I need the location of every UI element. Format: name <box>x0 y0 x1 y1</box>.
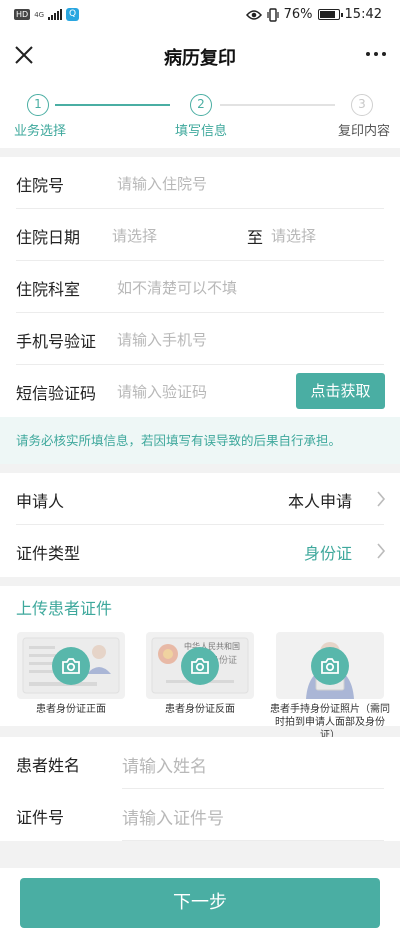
step-2-label: 填写信息 <box>175 124 228 139</box>
camera-icon <box>181 647 219 685</box>
phone-row: 手机号验证 请输入手机号 <box>0 313 400 365</box>
clock: 15:42 <box>344 7 382 22</box>
step-2-connector <box>220 104 335 106</box>
id-front-caption: 患者身份证正面 <box>36 704 106 715</box>
admission-no-input[interactable]: 请输入住院号 <box>117 173 207 194</box>
camera-icon <box>52 647 90 685</box>
patient-name-label: 患者姓名 <box>16 756 81 775</box>
info-form: 住院号 请输入住院号 住院日期 请选择 至 请选择 住院科室 如不清楚可以不填 … <box>0 157 400 417</box>
signal-icon <box>48 9 63 20</box>
patient-id-label: 证件号 <box>16 808 65 827</box>
patient-name-input[interactable]: 请输入姓名 <box>122 752 207 777</box>
applicant-section: 申请人 本人申请 证件类型 身份证 <box>0 473 400 577</box>
applicant-value: 本人申请 <box>287 492 352 511</box>
sms-code-label: 短信验证码 <box>16 384 97 403</box>
page-title: 病历复印 <box>164 48 236 69</box>
id-type-value: 身份证 <box>303 544 352 563</box>
sms-code-row: 短信验证码 请输入验证码 点击获取 <box>0 365 400 417</box>
admission-date-row: 住院日期 请选择 至 请选择 <box>0 209 400 261</box>
patient-name-row: 患者姓名 请输入姓名 <box>0 737 400 789</box>
admission-no-row: 住院号 请输入住院号 <box>0 157 400 209</box>
id-back-upload[interactable]: 中华人民共和国 居民身份证 <box>146 632 254 699</box>
status-bar: HD 4G Q 76% 15:42 <box>0 0 400 32</box>
applicant-label: 申请人 <box>16 492 65 511</box>
date-range-to: 至 <box>247 228 264 247</box>
department-label: 住院科室 <box>16 280 81 299</box>
eye-icon <box>245 9 262 20</box>
phone-input[interactable]: 请输入手机号 <box>117 329 207 350</box>
get-code-button[interactable]: 点击获取 <box>296 373 385 409</box>
battery-icon <box>317 9 343 20</box>
more-icon[interactable] <box>366 52 386 56</box>
department-row: 住院科室 如不清楚可以不填 <box>0 261 400 313</box>
admission-no-label: 住院号 <box>16 176 65 195</box>
step-2-circle: 2 <box>190 94 212 116</box>
applicant-row[interactable]: 申请人 本人申请 <box>0 473 400 525</box>
step-1-circle: 1 <box>27 94 49 116</box>
patient-id-input[interactable]: 请输入证件号 <box>122 804 224 829</box>
step-1-connector <box>55 104 170 106</box>
department-input[interactable]: 如不清楚可以不填 <box>117 277 237 298</box>
footer-bar: 下一步 <box>0 868 400 935</box>
hd-badge: HD <box>14 9 31 20</box>
end-date-picker[interactable]: 请选择 <box>271 225 316 246</box>
camera-icon <box>311 647 349 685</box>
id-front-upload[interactable] <box>17 632 125 699</box>
battery-percent: 76% <box>283 7 313 22</box>
step-3-label: 复印内容 <box>338 124 391 139</box>
upload-title: 上传患者证件 <box>16 599 113 618</box>
vibrate-icon <box>267 7 279 22</box>
id-type-row[interactable]: 证件类型 身份证 <box>0 525 400 577</box>
chevron-right-icon <box>377 543 386 559</box>
warning-notice: 请务必核实所填信息，若因填写有误导致的后果自行承担。 <box>0 417 400 464</box>
start-date-picker[interactable]: 请选择 <box>112 225 157 246</box>
step-1-label: 业务选择 <box>14 124 67 139</box>
next-step-button[interactable]: 下一步 <box>20 878 380 928</box>
sms-code-input[interactable]: 请输入验证码 <box>117 381 207 402</box>
nav-bar: 病历复印 <box>0 32 400 78</box>
progress-steps: 1 2 3 业务选择 填写信息 复印内容 <box>0 78 400 148</box>
patient-id-row: 证件号 请输入证件号 <box>0 789 400 841</box>
search-app-icon: Q <box>66 8 80 21</box>
id-back-caption: 患者身份证反面 <box>165 704 235 715</box>
phone-label: 手机号验证 <box>16 332 97 351</box>
chevron-right-icon <box>377 491 386 507</box>
admission-date-label: 住院日期 <box>16 228 81 247</box>
step-3-circle: 3 <box>351 94 373 116</box>
network-type: 4G <box>34 10 45 19</box>
upload-section: 上传患者证件 患者身份证正面 中华人民共和国 居民身份证 患者身份证反面 <box>0 586 400 741</box>
patient-section: 患者姓名 请输入姓名 证件号 请输入证件号 <box>0 737 400 841</box>
id-handheld-upload[interactable] <box>276 632 384 699</box>
id-type-label: 证件类型 <box>16 544 81 563</box>
